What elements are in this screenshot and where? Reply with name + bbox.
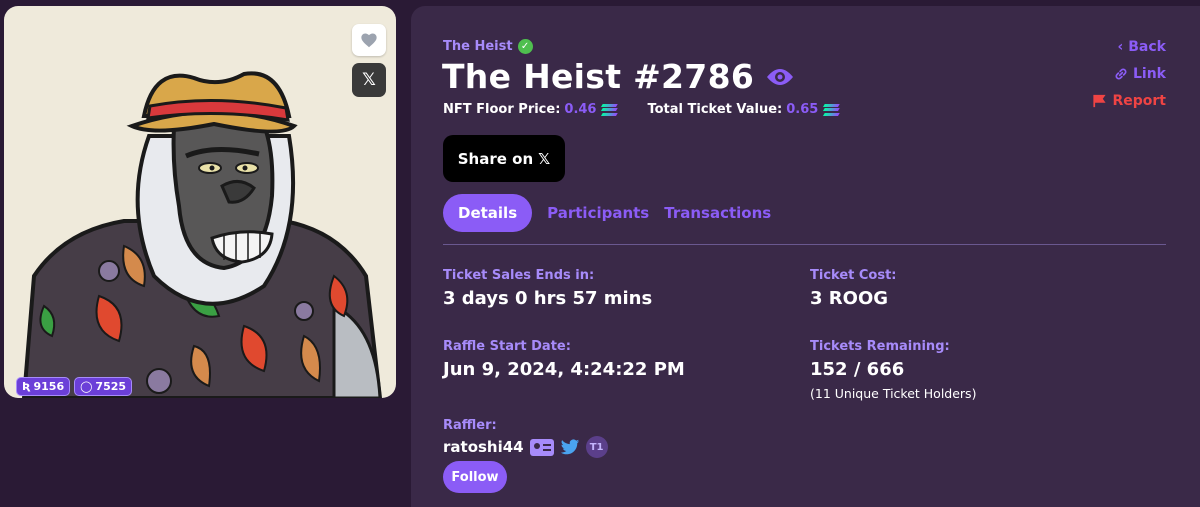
- rarity-value: 9156: [33, 380, 65, 393]
- floor-price-value: 0.46: [564, 102, 597, 117]
- chevron-left-icon: ‹: [1117, 39, 1124, 55]
- sales-end-label: Ticket Sales Ends in:: [443, 268, 595, 283]
- raffle-details-panel: The Heist ✓ The Heist #2786 NFT Floor Pr…: [411, 6, 1200, 507]
- price-summary: NFT Floor Price: 0.46 Total Ticket Value…: [443, 102, 841, 117]
- eye-icon[interactable]: [766, 67, 794, 87]
- ticket-cost-label: Ticket Cost:: [810, 268, 897, 283]
- back-label: Back: [1128, 39, 1166, 55]
- raffler-name[interactable]: ratoshi44: [443, 438, 524, 456]
- rarity-value: 7525: [95, 380, 127, 393]
- share-on-x-button[interactable]: Share on 𝕏: [443, 135, 565, 182]
- collection-link[interactable]: The Heist ✓: [443, 39, 533, 54]
- copy-link[interactable]: Link: [1114, 66, 1166, 82]
- favorite-button[interactable]: [352, 24, 386, 56]
- side-links: ‹ Back Link Report: [1092, 39, 1166, 109]
- collection-name: The Heist: [443, 39, 513, 54]
- twitter-icon[interactable]: [560, 438, 580, 456]
- sales-end-value: 3 days 0 hrs 57 mins: [443, 288, 653, 309]
- solana-icon: [823, 103, 841, 116]
- back-link[interactable]: ‹ Back: [1117, 39, 1166, 55]
- link-label: Link: [1133, 66, 1166, 82]
- floor-price-label: NFT Floor Price:: [443, 102, 561, 117]
- rarity-badges: Ʀ 9156 ◯ 7525: [16, 377, 133, 396]
- share-label: Share on: [457, 149, 534, 168]
- raffler-info: ratoshi44 T1: [443, 436, 608, 458]
- report-label: Report: [1112, 93, 1166, 109]
- follow-button[interactable]: Follow: [443, 461, 507, 493]
- tabs-divider: [443, 244, 1166, 245]
- rarity-r-icon: Ʀ: [22, 380, 31, 393]
- tickets-remaining-value: 152 / 666: [810, 359, 905, 380]
- nft-title: The Heist #2786: [442, 57, 755, 96]
- flag-icon: [1093, 94, 1107, 108]
- detail-tabs: Details Participants Transactions: [443, 194, 771, 232]
- rarity-o-icon: ◯: [80, 380, 93, 393]
- ticket-value-amount: 0.65: [786, 102, 819, 117]
- ticket-value-label: Total Ticket Value:: [647, 102, 783, 117]
- link-icon: [1115, 68, 1127, 80]
- verified-icon: ✓: [517, 39, 533, 54]
- share-x-button[interactable]: 𝕏: [352, 63, 386, 97]
- tab-transactions[interactable]: Transactions: [664, 194, 771, 232]
- x-logo-icon: 𝕏: [362, 70, 376, 90]
- report-link[interactable]: Report: [1092, 93, 1166, 109]
- start-date-value: Jun 9, 2024, 4:24:22 PM: [443, 359, 685, 380]
- unique-holders: (11 Unique Ticket Holders): [810, 386, 977, 401]
- x-logo-icon: 𝕏: [538, 149, 551, 168]
- ticket-cost-value: 3 ROOG: [810, 288, 889, 309]
- start-date-label: Raffle Start Date:: [443, 339, 571, 354]
- floor-price: NFT Floor Price: 0.46: [443, 102, 619, 117]
- raffler-label: Raffler:: [443, 418, 497, 433]
- ticket-value: Total Ticket Value: 0.65: [647, 102, 841, 117]
- tab-details[interactable]: Details: [443, 194, 533, 232]
- heart-icon: [361, 33, 377, 48]
- nft-image-card[interactable]: 𝕏 Ʀ 9156 ◯ 7525: [4, 6, 396, 398]
- tier-badge: T1: [585, 436, 608, 458]
- rarity-badge-o: ◯ 7525: [74, 377, 133, 396]
- page-title: The Heist #2786: [442, 57, 794, 96]
- profile-card-icon[interactable]: [529, 438, 554, 456]
- tickets-remaining-label: Tickets Remaining:: [810, 339, 950, 354]
- rarity-badge-r: Ʀ 9156: [16, 377, 71, 396]
- nft-artwork: [21, 71, 383, 398]
- tab-participants[interactable]: Participants: [547, 194, 649, 232]
- solana-icon: [601, 103, 619, 116]
